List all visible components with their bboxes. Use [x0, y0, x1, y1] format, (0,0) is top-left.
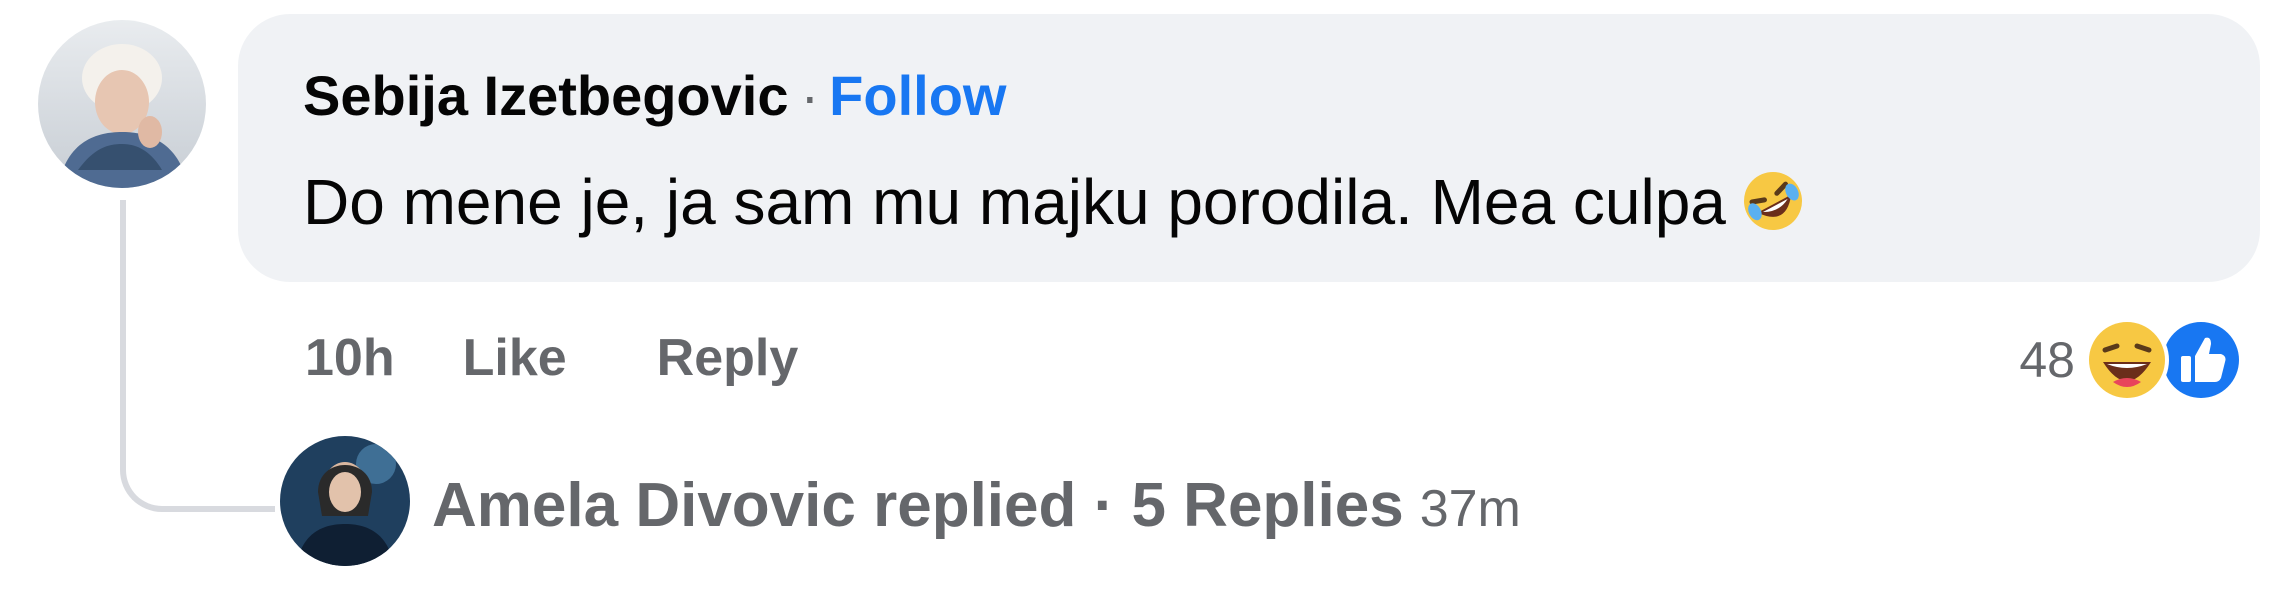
- comment-text: Do mene je, ja sam mu majku porodila. Me…: [303, 166, 1726, 238]
- follow-button[interactable]: Follow: [829, 64, 1006, 127]
- comment-timestamp[interactable]: 10h: [305, 326, 395, 390]
- replies-timestamp: 37m: [1419, 480, 1521, 538]
- avatar[interactable]: [38, 20, 206, 188]
- reply-avatar[interactable]: [280, 436, 410, 566]
- separator: ·: [800, 64, 820, 127]
- reply-button[interactable]: Reply: [657, 326, 799, 390]
- haha-reaction-icon: [2083, 316, 2171, 404]
- rolling-on-floor-laughing-icon: [1740, 168, 1806, 250]
- comment-header: Sebija Izetbegovic · Follow: [303, 64, 1006, 128]
- replies-summary-text[interactable]: Amela Divovic replied · 5 Replies: [432, 471, 1404, 540]
- reaction-count: 48: [2019, 332, 2075, 388]
- reactions-summary[interactable]: 48: [2019, 314, 2245, 406]
- comment-body: Do mene je, ja sam mu majku porodila. Me…: [303, 164, 1806, 250]
- author-name[interactable]: Sebija Izetbegovic: [303, 64, 789, 127]
- comment-actions: 10h Like Reply: [305, 326, 798, 390]
- view-replies-link[interactable]: Amela Divovic replied · 5 Replies 37m: [432, 470, 1521, 545]
- comment-bubble: Sebija Izetbegovic · Follow Do mene je, ja…: [238, 14, 2260, 282]
- like-button[interactable]: Like: [463, 326, 567, 390]
